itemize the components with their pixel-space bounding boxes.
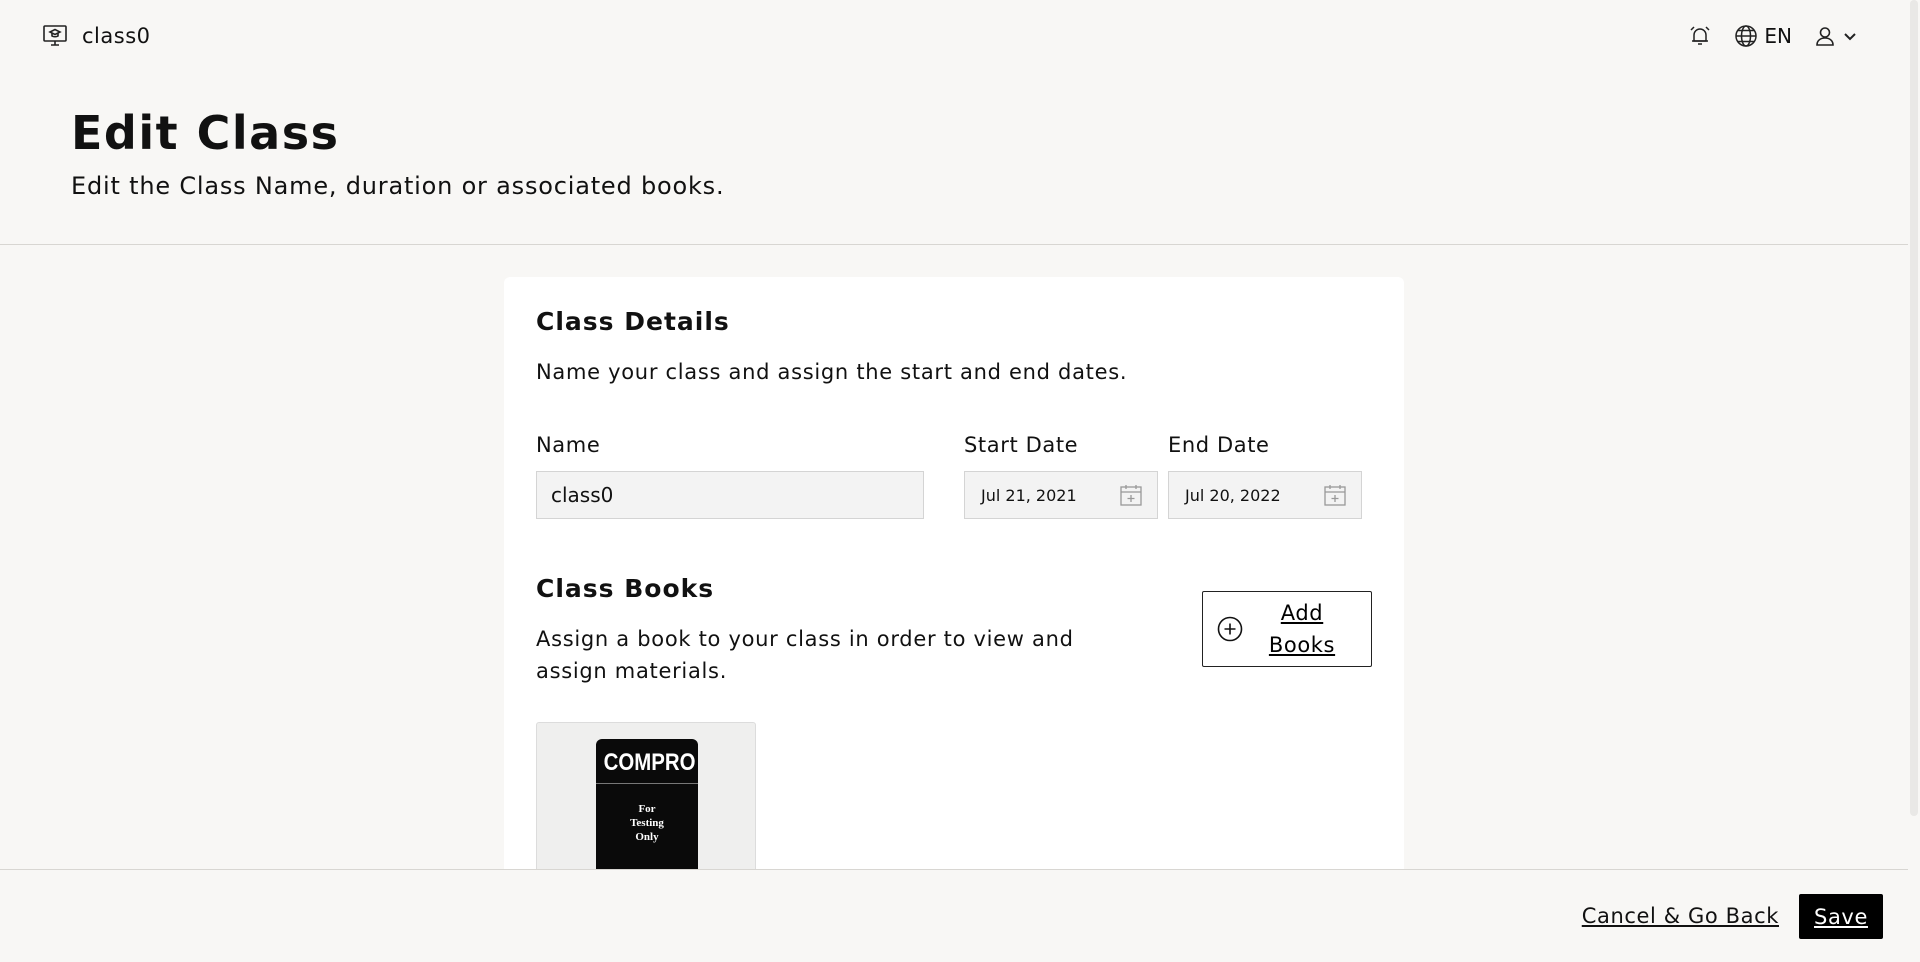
start-date-picker[interactable]: Jul 21, 2021 bbox=[964, 471, 1158, 519]
start-date-label: Start Date bbox=[964, 433, 1079, 457]
save-button[interactable]: Save bbox=[1799, 894, 1883, 939]
language-selector[interactable]: EN bbox=[1734, 24, 1792, 48]
user-icon bbox=[1814, 25, 1836, 47]
plus-circle-icon bbox=[1217, 616, 1243, 642]
edit-class-card: Class Details Name your class and assign… bbox=[504, 277, 1404, 889]
book-cover: COMPRO For Testing Only bbox=[596, 739, 698, 889]
language-label: EN bbox=[1764, 24, 1792, 48]
class-books-description: Assign a book to your class in order to … bbox=[536, 627, 1074, 683]
scrollbar[interactable] bbox=[1908, 0, 1920, 962]
footer-bar: Cancel & Go Back Save bbox=[0, 869, 1908, 962]
start-date-field: Start Date Jul 21, 2021 bbox=[964, 433, 1158, 519]
end-date-field: End Date Jul 20, 2022 bbox=[1168, 433, 1362, 519]
name-input[interactable]: class0 bbox=[536, 471, 924, 519]
book-card[interactable]: COMPRO For Testing Only bbox=[536, 722, 756, 889]
classroom-icon bbox=[42, 23, 68, 49]
current-class-name: class0 bbox=[82, 24, 151, 48]
chevron-down-icon bbox=[1842, 28, 1858, 44]
start-date-value: Jul 21, 2021 bbox=[981, 485, 1077, 505]
book-cover-subtitle: For Testing Only bbox=[630, 803, 664, 843]
add-books-button[interactable]: Add Books bbox=[1202, 591, 1372, 667]
class-details-title: Class Details bbox=[536, 307, 730, 336]
name-input-value: class0 bbox=[551, 483, 614, 507]
alarm-bell-icon[interactable] bbox=[1688, 24, 1712, 48]
end-date-picker[interactable]: Jul 20, 2022 bbox=[1168, 471, 1362, 519]
page-title: Edit Class bbox=[71, 106, 340, 160]
name-field: Name class0 bbox=[536, 433, 924, 519]
brand[interactable]: class0 bbox=[42, 23, 151, 49]
page-subtitle: Edit the Class Name, duration or associa… bbox=[71, 172, 725, 200]
page-header: Edit Class Edit the Class Name, duration… bbox=[0, 72, 1908, 245]
class-books-section: Class Books Assign a book to your class … bbox=[536, 574, 1372, 687]
book-cover-title: COMPRO bbox=[603, 749, 696, 776]
end-date-label: End Date bbox=[1168, 433, 1270, 457]
scrollbar-thumb[interactable] bbox=[1910, 0, 1918, 816]
cancel-go-back-button[interactable]: Cancel & Go Back bbox=[1582, 904, 1779, 928]
globe-icon bbox=[1734, 24, 1758, 48]
calendar-plus-icon[interactable] bbox=[1119, 483, 1143, 507]
end-date-value: Jul 20, 2022 bbox=[1185, 485, 1281, 505]
book-cover-divider bbox=[596, 783, 698, 784]
class-details-description: Name your class and assign the start and… bbox=[536, 360, 1128, 384]
user-menu[interactable] bbox=[1814, 25, 1858, 47]
add-books-label: Add Books bbox=[1268, 601, 1336, 657]
calendar-plus-icon[interactable] bbox=[1323, 483, 1347, 507]
top-bar: class0 EN bbox=[0, 0, 1908, 72]
name-label: Name bbox=[536, 433, 601, 457]
top-right-controls: EN bbox=[1688, 24, 1858, 48]
